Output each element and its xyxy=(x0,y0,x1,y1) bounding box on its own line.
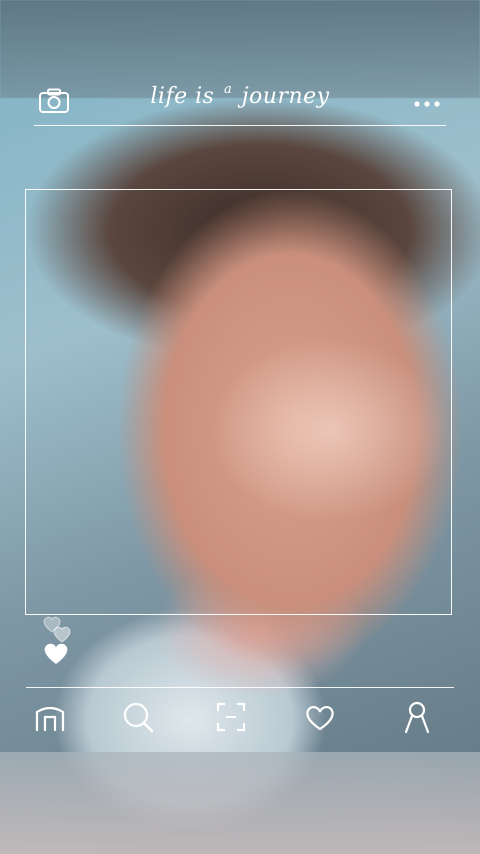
camera-icon[interactable] xyxy=(38,88,70,118)
heart-icon[interactable] xyxy=(303,700,337,734)
home-icon[interactable] xyxy=(33,700,67,734)
search-icon[interactable] xyxy=(121,700,155,734)
title-prefix: life is xyxy=(150,84,215,109)
header-divider xyxy=(34,125,446,126)
heart-outline-icon xyxy=(53,626,71,643)
bottom-nav xyxy=(0,696,480,740)
more-dots-icon[interactable] xyxy=(412,94,442,113)
heart-filled-icon xyxy=(44,643,68,664)
nav-divider xyxy=(26,687,454,688)
title-superscript: a xyxy=(223,82,233,97)
page-title: life is a journey xyxy=(150,82,330,109)
header-bar: life is a journey xyxy=(0,80,480,124)
scan-icon[interactable] xyxy=(214,700,248,734)
reaction-hearts xyxy=(40,612,80,672)
title-suffix: journey xyxy=(241,84,330,109)
bottom-blur-strip xyxy=(0,752,480,854)
profile-icon[interactable] xyxy=(400,700,434,734)
photo-frame xyxy=(25,189,452,615)
